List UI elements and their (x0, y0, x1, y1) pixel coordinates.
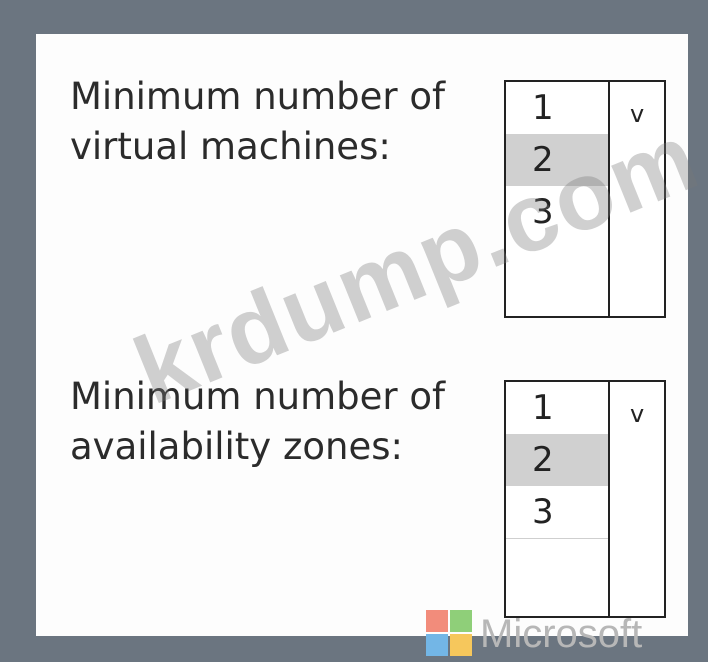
dropdown-zone-count[interactable]: 1 2 3 v (504, 380, 666, 618)
dropdown-toggle-zones[interactable]: v (608, 382, 666, 616)
microsoft-logo-icon (426, 610, 474, 658)
dropdown-option-vm-1[interactable]: 1 (506, 82, 608, 134)
chevron-down-icon: v (630, 400, 645, 428)
question-zones-label: Minimum number of availability zones: (70, 375, 446, 468)
question-vm-label: Minimum number of virtual machines: (70, 75, 446, 168)
dropdown-option-zone-1[interactable]: 1 (506, 382, 608, 434)
microsoft-logo-text: Microsoft (480, 612, 643, 656)
dropdown-options-zones: 1 2 3 (506, 382, 608, 616)
dropdown-option-zone-3[interactable]: 3 (506, 486, 608, 539)
dropdown-option-zone-2[interactable]: 2 (506, 434, 608, 486)
